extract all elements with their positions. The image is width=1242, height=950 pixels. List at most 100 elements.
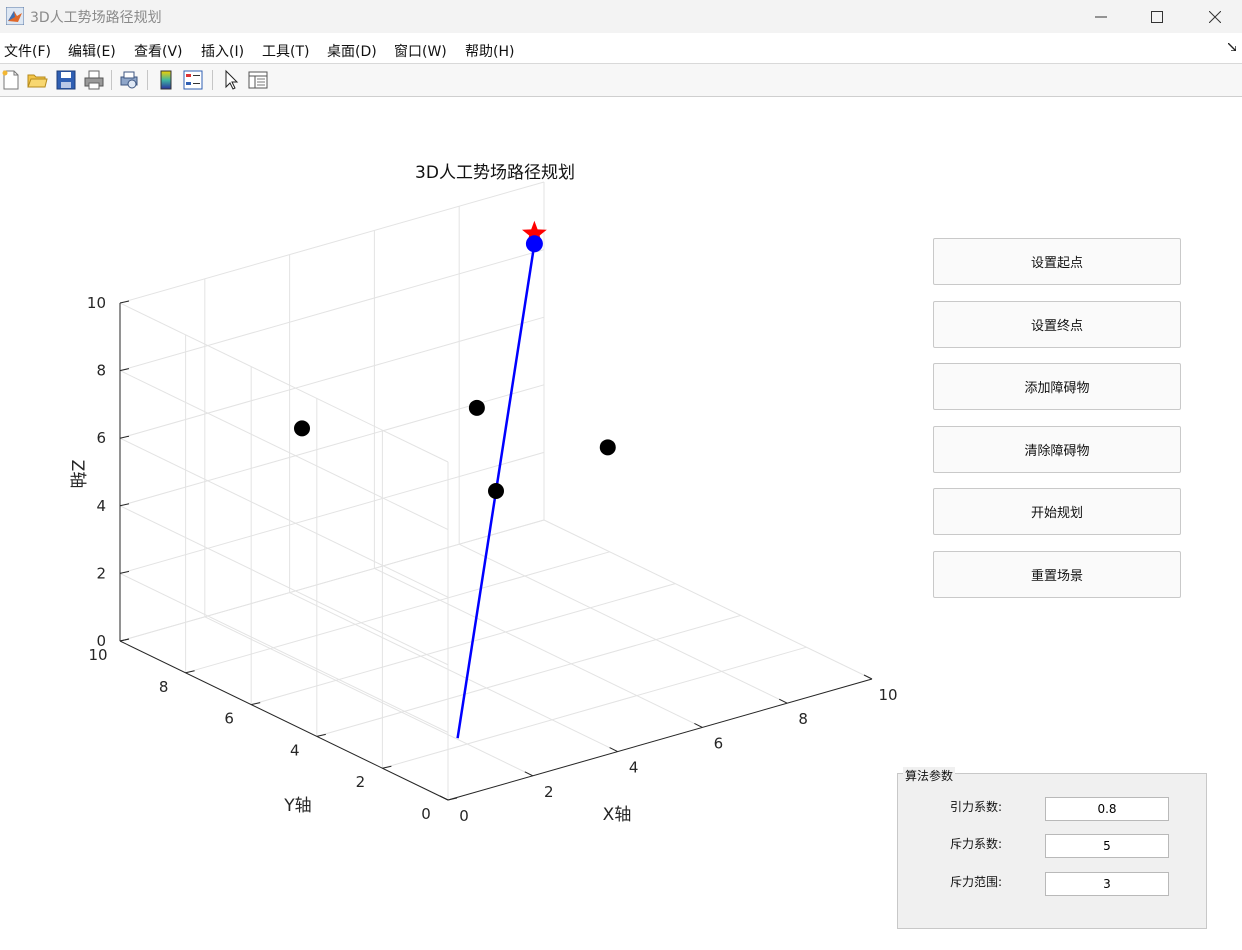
- print-preview-icon[interactable]: [118, 69, 140, 91]
- grid-line: [119, 572, 449, 733]
- grid-line: [374, 567, 703, 728]
- x-tick-label: 6: [714, 734, 724, 752]
- reset-scene-button[interactable]: 重置场景: [933, 551, 1181, 598]
- x-tick: [863, 674, 873, 680]
- legend-icon[interactable]: [182, 69, 204, 91]
- repulse-coef-label: 斥力系数:: [949, 837, 1002, 851]
- menu-view[interactable]: 查看(V): [134, 41, 183, 61]
- grid-line: [289, 592, 618, 753]
- minimize-button[interactable]: [1072, 0, 1130, 33]
- menu-tools[interactable]: 工具(T): [262, 41, 309, 61]
- grid-line: [119, 302, 449, 463]
- toolbar-separator: [212, 70, 213, 90]
- x-tick: [609, 747, 618, 753]
- grid-line: [119, 316, 545, 439]
- save-icon[interactable]: [55, 69, 77, 91]
- minimize-icon: [1095, 16, 1107, 17]
- x-axis-line: [447, 678, 873, 801]
- menu-edit[interactable]: 编辑(E): [68, 41, 116, 61]
- close-button[interactable]: [1186, 0, 1242, 33]
- toolbar-separator: [111, 70, 112, 90]
- grid-line: [543, 519, 873, 680]
- x-tick: [694, 722, 703, 728]
- grid-line: [119, 249, 545, 372]
- grid-line: [119, 181, 545, 304]
- chart-title: 3D人工势场路径规划: [415, 163, 575, 183]
- x-tick: [778, 698, 788, 704]
- figure-area: 0 2 4 6 8 10 0 2 4 6 8 10 0 2 4 6 8 10 X轴 Y轴 Z轴 3D人工势场路径规划 设置…: [0, 97, 1242, 950]
- menu-help[interactable]: 帮助(H): [465, 41, 514, 61]
- repulse-coef-input[interactable]: [1045, 834, 1169, 858]
- z-tick-label: 0: [96, 632, 106, 650]
- x-tick-label: 0: [459, 807, 469, 825]
- obstacle-marker: [468, 399, 485, 416]
- new-file-icon[interactable]: [0, 69, 22, 91]
- repulse-range-input[interactable]: [1045, 872, 1169, 896]
- toolbar: [0, 64, 1242, 97]
- maximize-button[interactable]: [1128, 0, 1186, 33]
- z-tick-label: 4: [96, 497, 106, 515]
- set-start-button[interactable]: 设置起点: [933, 238, 1181, 285]
- toolbar-separator: [147, 70, 148, 90]
- add-obstacle-button[interactable]: 添加障碍物: [933, 363, 1181, 410]
- x-tick-label: 2: [544, 783, 554, 801]
- z-tick-label: 10: [87, 294, 106, 312]
- algorithm-params-panel: 算法参数 引力系数: 斥力系数: 斥力范围:: [897, 767, 1207, 929]
- 3d-axes-plot[interactable]: 024681002468100246810X轴Y轴Z轴3D人工势场路径规划: [0, 97, 900, 950]
- grid-line: [119, 370, 449, 531]
- obstacle-marker: [599, 439, 616, 456]
- dock-arrow-icon[interactable]: [1228, 43, 1236, 51]
- grid-line: [119, 451, 545, 574]
- z-tick-label: 8: [96, 362, 106, 380]
- start-planning-button[interactable]: 开始规划: [933, 488, 1181, 535]
- attract-coef-input[interactable]: [1045, 797, 1169, 821]
- maximize-icon: [1151, 10, 1163, 23]
- menu-window[interactable]: 窗口(W): [394, 41, 447, 61]
- grid-line: [316, 614, 741, 737]
- grid-line: [204, 616, 534, 777]
- grid-line: [382, 646, 807, 769]
- y-tick-label: 6: [224, 710, 234, 728]
- menu-file[interactable]: 文件(F): [4, 41, 51, 61]
- matlab-logo-icon: [6, 7, 24, 25]
- y-tick-label: 2: [356, 773, 366, 791]
- print-icon[interactable]: [83, 69, 105, 91]
- window-title: 3D人工势场路径规划: [30, 10, 162, 26]
- x-tick-label: 8: [798, 710, 808, 728]
- grid-line: [185, 551, 610, 674]
- grid-line: [458, 543, 788, 704]
- y-tick-label: 0: [421, 805, 431, 823]
- obstacle-marker: [294, 420, 310, 437]
- close-icon: [1209, 10, 1221, 23]
- grid-line: [119, 437, 449, 598]
- x-tick-label: 4: [629, 759, 639, 777]
- x-tick: [439, 795, 449, 801]
- menu-desktop[interactable]: 桌面(D): [327, 41, 377, 61]
- z-tick-label: 6: [96, 429, 106, 447]
- x-tick-label: 10: [878, 686, 897, 704]
- y-axis-line: [119, 640, 449, 801]
- set-goal-button[interactable]: 设置终点: [933, 301, 1181, 348]
- grid-line: [251, 583, 676, 706]
- z-axis-label: Z轴: [67, 460, 87, 489]
- open-folder-icon[interactable]: [26, 69, 48, 91]
- y-tick-label: 4: [290, 741, 300, 759]
- property-inspector-icon[interactable]: [247, 69, 269, 91]
- pointer-icon[interactable]: [220, 69, 242, 91]
- robot-position-marker: [525, 235, 543, 253]
- menu-bar: 文件(F) 编辑(E) 查看(V) 插入(I) 工具(T) 桌面(D) 窗口(W…: [0, 33, 1242, 64]
- clear-obstacles-button[interactable]: 清除障碍物: [933, 426, 1181, 473]
- z-tick-label: 2: [96, 564, 106, 582]
- title-bar: 3D人工势场路径规划: [0, 0, 1242, 33]
- grid-line: [119, 519, 545, 642]
- repulse-range-label: 斥力范围:: [949, 875, 1002, 889]
- grid-line: [119, 505, 449, 666]
- x-axis-label: X轴: [603, 805, 632, 825]
- menu-insert[interactable]: 插入(I): [201, 41, 244, 61]
- attract-coef-label: 引力系数:: [949, 800, 1002, 814]
- obstacle-marker: [488, 483, 504, 499]
- y-axis-label: Y轴: [283, 796, 311, 816]
- params-panel-title: 算法参数: [903, 767, 956, 784]
- x-tick: [524, 771, 534, 777]
- colorbar-icon[interactable]: [155, 69, 177, 91]
